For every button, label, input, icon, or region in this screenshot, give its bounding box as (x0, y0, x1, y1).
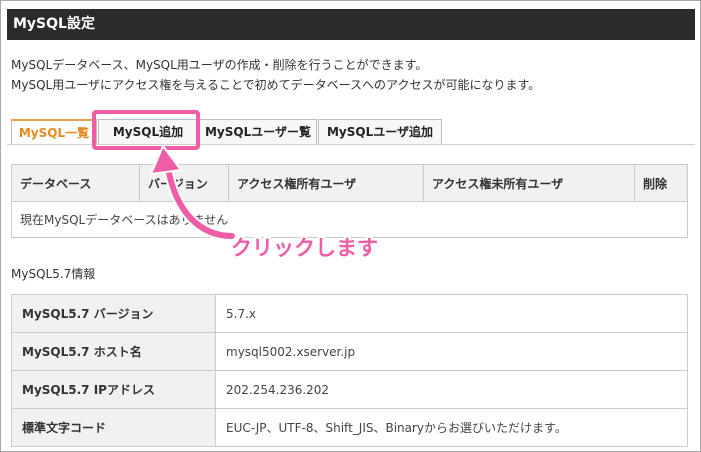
info-row-charset: 標準文字コード EUC-JP、UTF-8、Shift_JIS、Binaryからお… (11, 408, 688, 447)
highlight-box (92, 110, 200, 150)
column-header-version: バージョン (139, 164, 229, 202)
column-header-no-access-users: アクセス権未所有ユーザ (423, 164, 635, 202)
callout-text: クリックします (231, 236, 378, 260)
info-row-version: MySQL5.7 バージョン 5.7.x (11, 294, 688, 333)
info-value: EUC-JP、UTF-8、Shift_JIS、Binaryからお選びいただけます… (215, 408, 688, 447)
table-header-row: データベース バージョン アクセス権所有ユーザ アクセス権未所有ユーザ 削除 (11, 164, 688, 202)
info-label: MySQL5.7 IPアドレス (11, 370, 216, 409)
info-value: 5.7.x (215, 294, 688, 333)
column-header-delete: 削除 (634, 164, 688, 202)
info-value: 202.254.236.202 (215, 370, 688, 409)
info-value: mysql5002.xserver.jp (215, 332, 688, 371)
mysql-settings-panel: MySQL設定 MySQLデータベース、MySQL用ユーザの作成・削除を行うこと… (0, 0, 701, 452)
column-header-database: データベース (11, 164, 140, 202)
column-header-access-users: アクセス権所有ユーザ (228, 164, 424, 202)
info-label: MySQL5.7 バージョン (11, 294, 216, 333)
panel-title: MySQL設定 (7, 9, 695, 40)
database-table: データベース バージョン アクセス権所有ユーザ アクセス権未所有ユーザ 削除 現… (11, 164, 688, 238)
mysql-info-table: MySQL5.7 バージョン 5.7.x MySQL5.7 ホスト名 mysql… (11, 294, 688, 447)
description-line-1: MySQLデータベース、MySQL用ユーザの作成・削除を行うことができます。 (11, 58, 428, 72)
info-label: 標準文字コード (11, 408, 216, 447)
description-line-2: MySQL用ユーザにアクセス権を与えることで初めてデータベースへのアクセスが可能… (11, 78, 541, 92)
tab-mysql-user-list[interactable]: MySQLユーザー覧 (199, 119, 317, 145)
info-label: MySQL5.7 ホスト名 (11, 332, 216, 371)
tab-mysql-user-add[interactable]: MySQLユーザ追加 (318, 119, 442, 145)
tab-mysql-list[interactable]: MySQL一覧 (11, 119, 97, 145)
info-section-label: MySQL5.7情報 (11, 267, 96, 281)
info-row-ip-address: MySQL5.7 IPアドレス 202.254.236.202 (11, 370, 688, 409)
info-row-hostname: MySQL5.7 ホスト名 mysql5002.xserver.jp (11, 332, 688, 371)
